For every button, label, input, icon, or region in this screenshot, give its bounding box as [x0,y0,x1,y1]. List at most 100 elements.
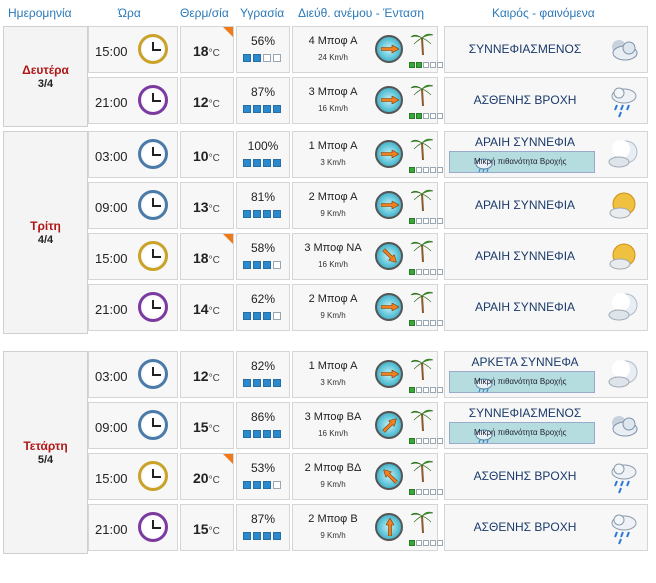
weather-description: ΑΡΑΙΗ ΣΥΝΝΕΦΙΑ [474,249,576,263]
clock-hand [153,256,161,258]
humidity-bar-segment [263,430,271,438]
weather-cell: ΑΣΘΕΝΗΣ ΒΡΟΧΗ [444,504,648,551]
header-wind: Διεύθ. ανέμου - Ένταση [298,6,425,20]
weather-description: ΑΣΘΕΝΗΣ ΒΡΟΧΗ [473,520,577,534]
wind-strength-bar [409,320,443,326]
temperature-unit: °C [208,48,220,59]
humidity-value: 81% [250,190,276,204]
weather-cell: ΑΡΑΙΗ ΣΥΝΝΕΦΙΑ Μικρή πιθανότητα Βροχής [444,131,648,178]
wind-strength-segment [416,269,422,275]
humidity-bar-segment [263,54,271,62]
wind-speed-label: 3 Km/h [320,378,346,387]
moon-cloud-icon [607,138,641,172]
humidity-value: 100% [247,139,279,153]
humidity-bar-segment [263,532,271,540]
day-cell: Τετάρτη 5/4 [3,351,88,554]
wind-strength-segment [409,218,415,224]
humidity-bar-segment [263,210,271,218]
humidity-bar-segment [263,261,271,269]
forecast-row: 21:00 15°C 87% 2 Μποφ Β 9 Km/h ΑΣΘΕΝΗΣ ΒΡΟΧΗ [88,504,652,553]
temperature-value: 18°C [193,250,220,266]
humidity-bar-segment [243,481,251,489]
humidity-bar [243,261,281,269]
humidity-cell: 87% [236,504,290,551]
humidity-bar-segment [273,210,281,218]
max-temp-flag-icon [223,27,233,37]
day-cell: Τρίτη 4/4 [3,131,88,334]
weather-cell: ΑΡΑΙΗ ΣΥΝΝΕΦΙΑ [444,182,648,229]
wind-speed-label: 16 Km/h [318,260,348,269]
wind-arrow-icon [381,150,399,158]
wind-arrow-icon [381,303,399,311]
clock-icon [138,292,168,322]
temperature-value: 12°C [193,368,220,384]
palm-tree-icon [410,186,434,212]
cloudy-icon [607,33,641,67]
light-rain-icon [607,84,641,118]
wind-strength-segment [416,62,422,68]
time-label: 21:00 [95,302,128,317]
clock-icon [138,190,168,220]
clock-hand [153,307,161,309]
wind-speed-label: 16 Km/h [318,429,348,438]
wind-strength-segment [430,218,436,224]
wind-direction-label: 3 Μποφ ΒΑ [304,411,362,423]
temperature-number: 12 [193,94,209,110]
wind-arrow-icon [382,248,397,263]
humidity-bar-segment [243,159,251,167]
humidity-cell: 87% [236,77,290,124]
wind-strength-segment [423,387,429,393]
time-label: 21:00 [95,522,128,537]
time-label: 21:00 [95,95,128,110]
clock-icon [138,85,168,115]
wind-strength-segment [409,489,415,495]
wind-strength-segment [416,489,422,495]
wind-strength-segment [437,489,443,495]
temperature-number: 18 [193,250,209,266]
humidity-bar-segment [273,481,281,489]
wind-strength-bar [409,167,443,173]
humidity-bar-segment [273,261,281,269]
humidity-bar-segment [253,159,261,167]
day-name: Τρίτη [30,219,61,233]
header-hour: Ώρα [118,6,141,20]
temp-cell: 15°C [180,402,234,449]
temperature-unit: °C [208,153,220,164]
wind-arrow-icon [386,518,394,536]
wind-strength-bar [409,438,443,444]
humidity-bar [243,430,281,438]
wind-direction-label: 2 Μποφ ΒΔ [304,462,362,474]
wind-strength-segment [423,62,429,68]
rain-chance-note: Μικρή πιθανότητα Βροχής [449,151,595,173]
wind-strength-segment [423,218,429,224]
humidity-bar-segment [263,105,271,113]
wind-strength-segment [430,489,436,495]
humidity-bar [243,379,281,387]
humidity-bar-segment [263,312,271,320]
humidity-value: 87% [250,512,276,526]
palm-tree-icon [410,508,434,534]
max-temp-flag-icon [223,234,233,244]
humidity-value: 56% [250,34,276,48]
wind-strength-bar [409,218,443,224]
wind-speed-label: 9 Km/h [320,209,346,218]
temperature-unit: °C [208,204,220,215]
temp-cell: 20°C [180,453,234,500]
wind-cell: 1 Μποφ Α 3 Km/h [292,351,443,398]
wind-strength-segment [409,62,415,68]
weather-description: ΑΣΘΕΝΗΣ ΒΡΟΧΗ [473,93,577,107]
humidity-bar-segment [243,379,251,387]
wind-cell: 2 Μποφ ΒΔ 9 Km/h [292,453,443,500]
forecast-row: 15:00 18°C 58% 3 Μποφ ΝΑ 16 Km/h ΑΡΑΙΗ ΣΥΝΝΕΦ… [88,233,652,282]
time-cell: 03:00 [88,351,178,398]
temperature-unit: °C [208,255,220,266]
clock-icon [138,512,168,542]
humidity-bar [243,159,281,167]
time-cell: 15:00 [88,453,178,500]
wind-strength-segment [430,438,436,444]
humidity-bar-segment [253,532,261,540]
weather-description: ΑΡΑΙΗ ΣΥΝΝΕΦΙΑ [474,300,576,314]
rain-chance-note: Μικρή πιθανότητα Βροχής [449,371,595,393]
forecast-row: 03:00 12°C 82% 1 Μποφ Α 3 Km/h ΑΡΚΕΤΑ ΣΥΝΝΕΦΑ… [88,351,652,400]
humidity-cell: 100% [236,131,290,178]
